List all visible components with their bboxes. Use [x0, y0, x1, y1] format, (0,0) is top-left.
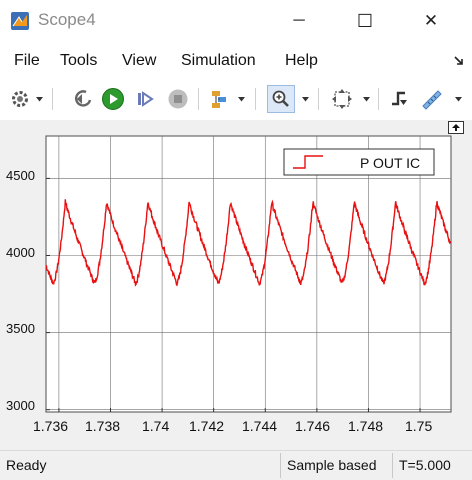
- x-tick-label: 1.744: [242, 418, 278, 434]
- plot-axes: [45, 135, 452, 413]
- status-ready: Ready: [6, 457, 47, 473]
- y-tick-label: 3500: [6, 321, 35, 336]
- y-tick-label: 3000: [6, 398, 35, 413]
- x-tick-label: 1.736: [33, 418, 69, 434]
- legend: P OUT IC: [283, 148, 435, 176]
- x-tick-label: 1.746: [295, 418, 331, 434]
- status-sample-mode: Sample based: [280, 453, 392, 478]
- status-bar: Ready Sample based T=5.000: [0, 450, 472, 480]
- x-tick-label: 1.738: [85, 418, 121, 434]
- status-time: T=5.000: [392, 453, 464, 478]
- y-tick-label: 4500: [6, 168, 35, 183]
- chart-svg: P OUT IC: [45, 135, 452, 413]
- legend-label: P OUT IC: [360, 155, 420, 171]
- x-tick-label: 1.742: [189, 418, 225, 434]
- y-tick-label: 4000: [6, 245, 35, 260]
- x-tick-label: 1.75: [405, 418, 433, 434]
- x-tick-label: 1.74: [142, 418, 170, 434]
- x-tick-label: 1.748: [348, 418, 384, 434]
